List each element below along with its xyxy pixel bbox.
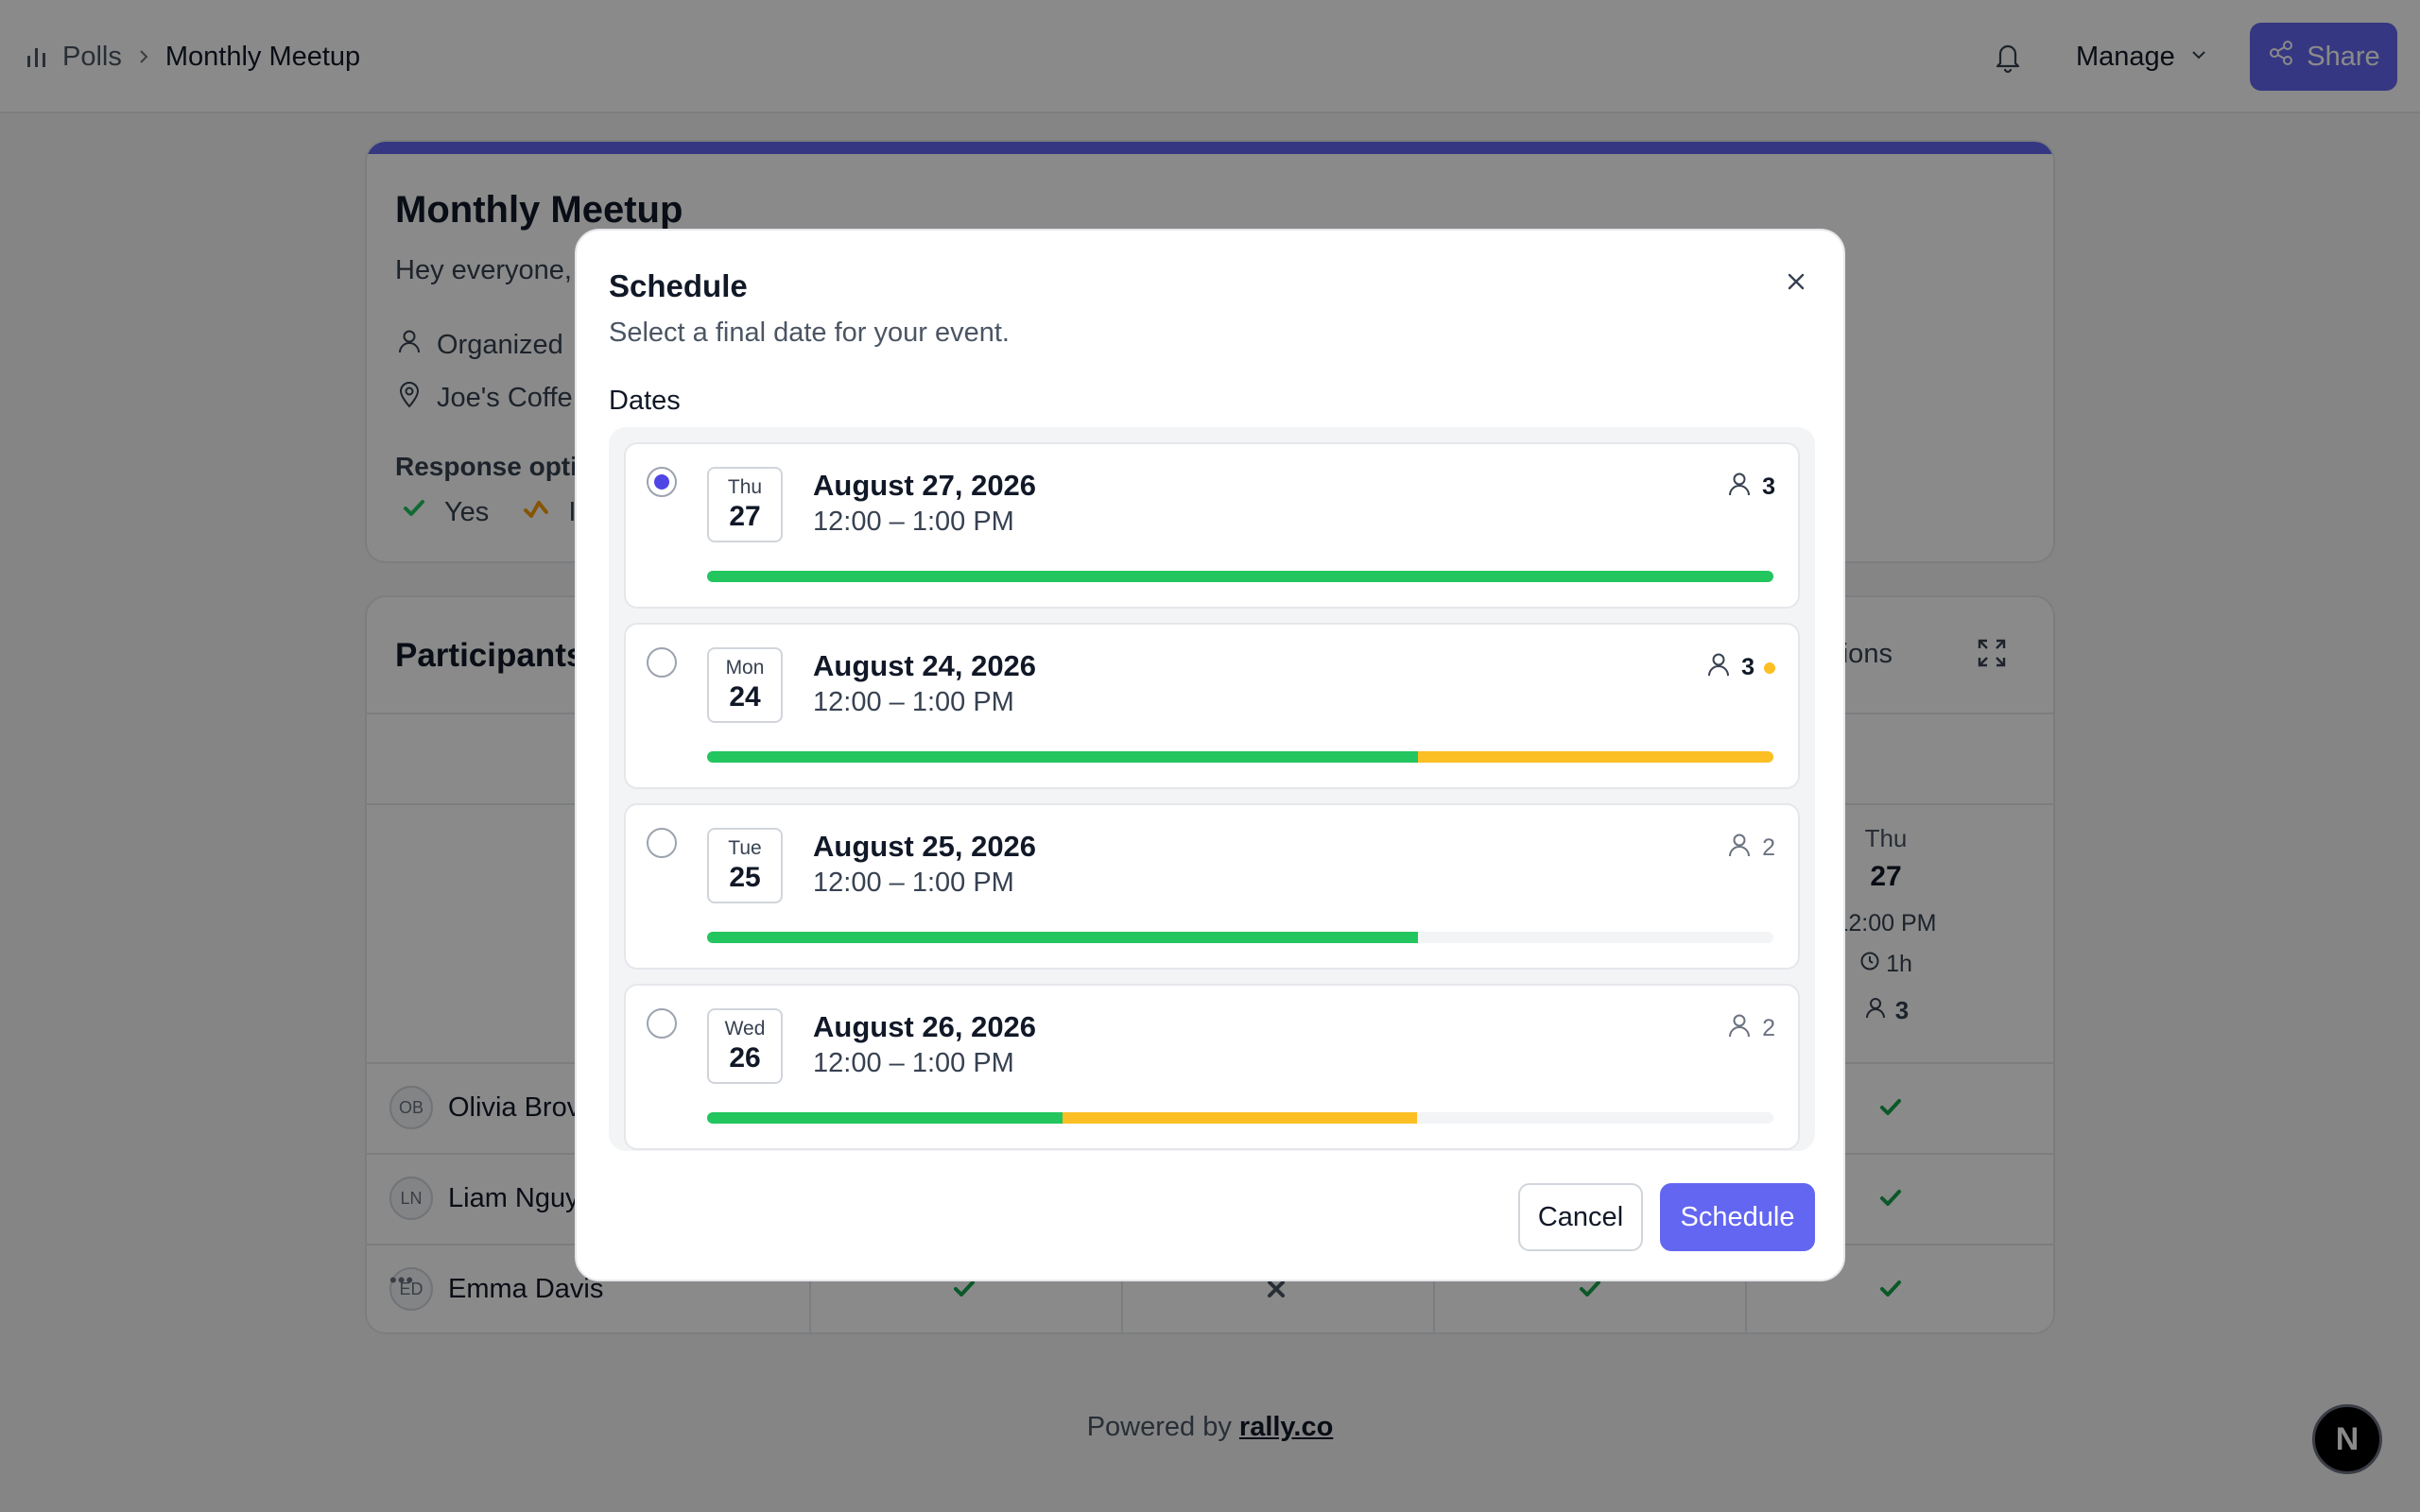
yes-fill — [707, 571, 1773, 582]
cancel-button[interactable]: Cancel — [1518, 1183, 1643, 1251]
option-date: August 24, 2026 — [813, 649, 1037, 682]
count-value: 2 — [1762, 1015, 1775, 1041]
date-badge-day: 25 — [729, 862, 761, 893]
maybe-fill — [1418, 751, 1773, 763]
maybe-fill — [1062, 1112, 1418, 1124]
date-radio[interactable] — [647, 647, 677, 678]
dialog-title: Schedule — [609, 268, 748, 303]
date-badge: Wed 26 — [707, 1008, 783, 1084]
availability-bar — [707, 932, 1773, 943]
user-icon — [1705, 651, 1732, 684]
availability-bar — [707, 751, 1773, 763]
date-radio[interactable] — [647, 828, 677, 858]
date-badge-dow: Wed — [724, 1018, 766, 1040]
date-option[interactable]: Tue 25 August 25, 2026 12:00 – 1:00 PM 2 — [624, 803, 1800, 970]
date-badge-dow: Tue — [728, 837, 762, 859]
date-badge-day: 26 — [729, 1042, 761, 1074]
option-date: August 26, 2026 — [813, 1010, 1037, 1043]
close-icon[interactable] — [1777, 263, 1815, 301]
date-badge: Thu 27 — [707, 467, 783, 542]
dates-label: Dates — [609, 386, 681, 416]
count-value: 3 — [1741, 654, 1754, 680]
date-badge: Tue 25 — [707, 828, 783, 903]
user-icon — [1726, 471, 1753, 504]
count-value: 2 — [1762, 834, 1775, 861]
user-icon — [1726, 1012, 1753, 1045]
yes-fill — [707, 932, 1419, 943]
date-options-list: Thu 27 August 27, 2026 12:00 – 1:00 PM 3… — [609, 427, 1815, 1151]
option-date: August 25, 2026 — [813, 830, 1037, 863]
option-time: 12:00 – 1:00 PM — [813, 507, 1014, 537]
date-badge-dow: Mon — [725, 657, 765, 679]
date-badge-day: 27 — [729, 501, 761, 532]
date-option[interactable]: Wed 26 August 26, 2026 12:00 – 1:00 PM 2 — [624, 984, 1800, 1150]
option-count: 2 — [1726, 832, 1775, 865]
count-value: 3 — [1762, 473, 1775, 500]
availability-bar — [707, 1112, 1773, 1124]
yes-fill — [707, 751, 1419, 763]
schedule-dialog: Schedule Select a final date for your ev… — [575, 229, 1845, 1281]
option-date: August 27, 2026 — [813, 469, 1037, 502]
option-time: 12:00 – 1:00 PM — [813, 687, 1014, 717]
dialog-subtitle: Select a final date for your event. — [609, 318, 1010, 348]
option-time: 12:00 – 1:00 PM — [813, 1048, 1014, 1078]
date-badge-dow: Thu — [727, 476, 763, 498]
yes-fill — [707, 1112, 1063, 1124]
ifneedbe-dot-icon — [1764, 662, 1775, 674]
date-radio[interactable] — [647, 467, 677, 497]
date-radio[interactable] — [647, 1008, 677, 1039]
date-badge: Mon 24 — [707, 647, 783, 723]
date-option[interactable]: Mon 24 August 24, 2026 12:00 – 1:00 PM 3 — [624, 623, 1800, 789]
option-count: 2 — [1726, 1012, 1775, 1045]
schedule-button[interactable]: Schedule — [1660, 1183, 1815, 1251]
availability-bar — [707, 571, 1773, 582]
date-badge-day: 24 — [729, 681, 761, 713]
option-count: 3 — [1726, 471, 1775, 504]
option-time: 12:00 – 1:00 PM — [813, 868, 1014, 898]
option-count: 3 — [1705, 651, 1775, 684]
date-option[interactable]: Thu 27 August 27, 2026 12:00 – 1:00 PM 3 — [624, 442, 1800, 609]
user-icon — [1726, 832, 1753, 865]
